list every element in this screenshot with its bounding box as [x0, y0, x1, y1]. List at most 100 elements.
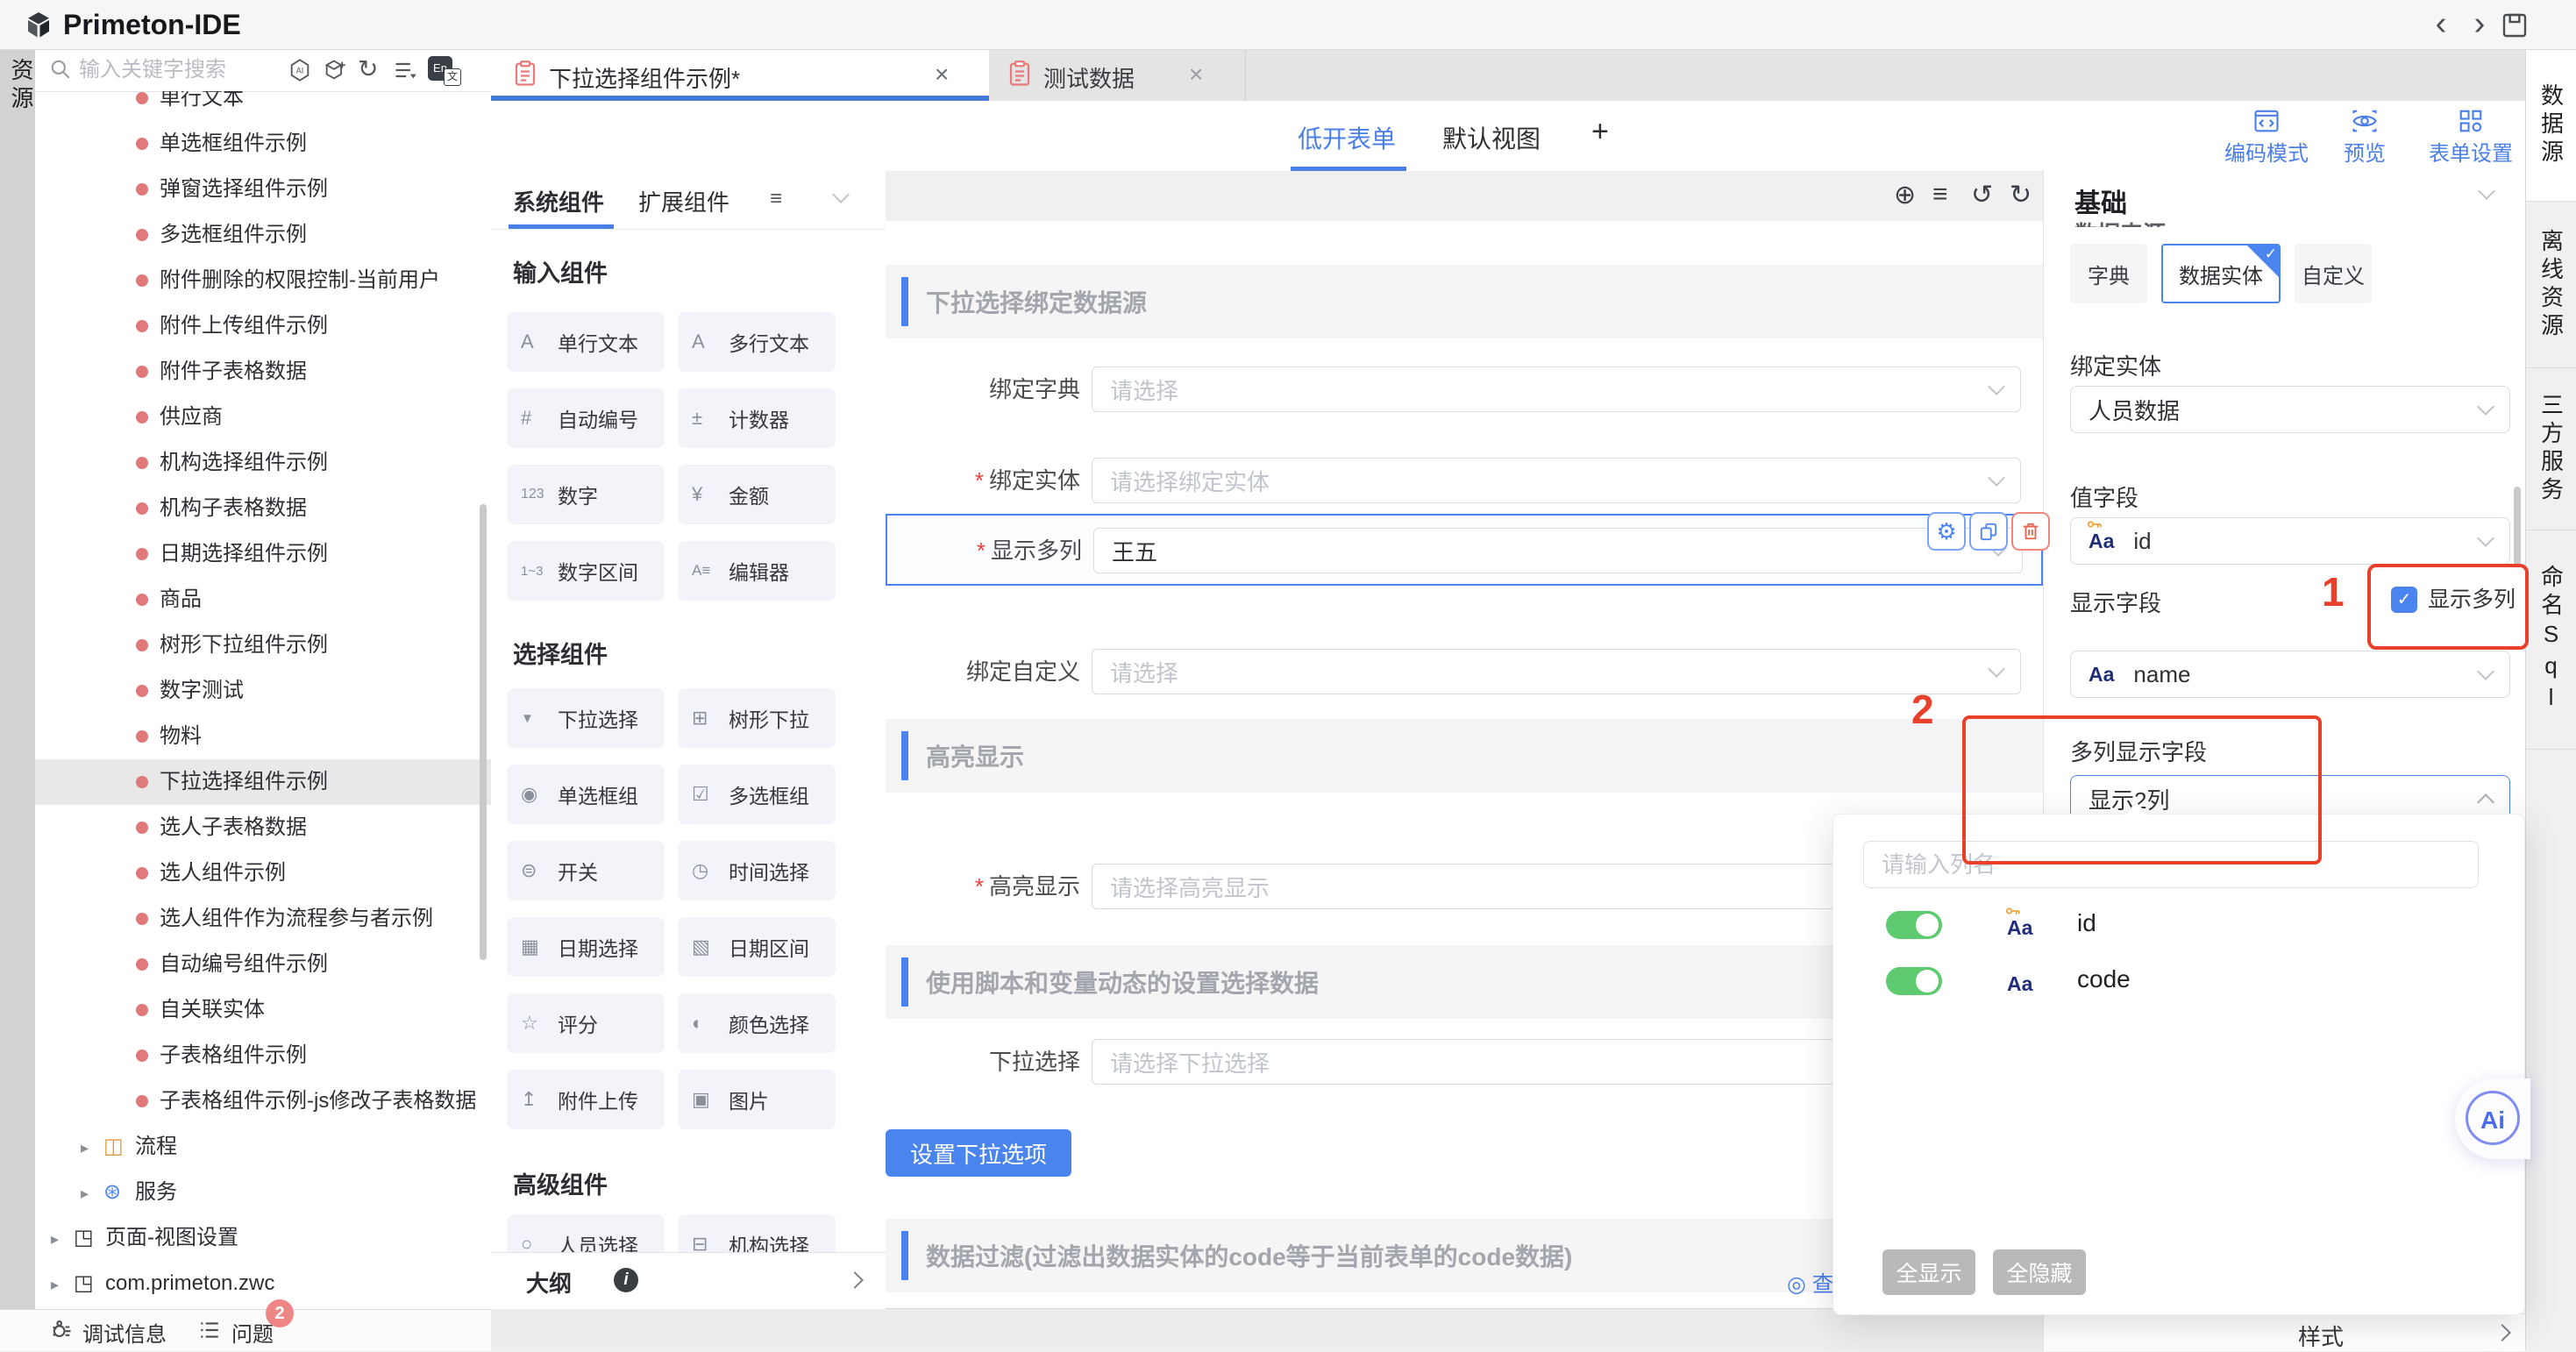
form-settings-button[interactable]: 表单设置 [2409, 106, 2532, 167]
rail-tab-datasource[interactable]: 数据源 [2526, 49, 2576, 202]
tree-item[interactable]: 商品 [35, 577, 491, 623]
save-icon[interactable] [2501, 11, 2529, 39]
palette-item[interactable]: ☑多选框组 [678, 765, 836, 824]
nav-forward-button[interactable]: › [2464, 5, 2495, 43]
entity-select[interactable]: 请选择绑定实体 [1092, 458, 2021, 503]
ai-assistant-button[interactable]: Ai [2455, 1078, 2530, 1159]
palette-item[interactable]: ⊜开关 [507, 841, 665, 900]
editor-tab-active[interactable]: 下拉选择组件示例* × [491, 49, 989, 101]
debug-info-button[interactable]: 调试信息 [82, 1317, 167, 1348]
palette-item[interactable]: ▼下拉选择 [507, 688, 665, 748]
column-name-input[interactable] [1863, 841, 2479, 888]
tree-package-zwc[interactable]: ▸ ◳ com.primeton.zwc [35, 1261, 491, 1306]
tree-item[interactable]: 选人组件示例 [35, 850, 491, 896]
view-tab-default-view[interactable]: 默认视图 [1442, 120, 1541, 155]
close-icon[interactable]: × [1189, 60, 1203, 89]
custom-select[interactable]: 请选择 [1092, 649, 2021, 694]
palette-tab-extension[interactable]: 扩展组件 [638, 185, 729, 217]
tree-item[interactable]: 数字测试 [35, 668, 491, 714]
palette-item[interactable]: ☆评分 [507, 993, 665, 1053]
tree-item[interactable]: 多选框组件示例 [35, 212, 491, 258]
palette-item[interactable]: ◐颜色选择 [678, 993, 836, 1053]
segment-custom[interactable]: 自定义 [2295, 244, 2372, 303]
outline-tree-icon[interactable]: ≡ [1932, 180, 1948, 210]
segment-data-entity[interactable]: 数据实体 ✓ [2161, 244, 2281, 303]
ai-assistant-icon[interactable]: AI [288, 58, 312, 82]
palette-item[interactable]: #自动编号 [507, 388, 665, 448]
column-toggle-id[interactable] [1886, 911, 1942, 939]
rail-tab-offline[interactable]: 离线资源 [2526, 202, 2576, 368]
tree-item[interactable]: 机构子表格数据 [35, 486, 491, 531]
dict-select[interactable]: 请选择 [1092, 366, 2021, 412]
view-tab-lowcode-form[interactable]: 低开表单 [1298, 120, 1396, 155]
palette-item[interactable]: 123数字 [507, 465, 665, 524]
hide-all-button[interactable]: 全隐藏 [1993, 1249, 2086, 1295]
segment-dictionary[interactable]: 字典 [2070, 244, 2147, 303]
tree-item[interactable]: 树形下拉组件示例 [35, 623, 491, 668]
undo-icon[interactable]: ↺ [1971, 180, 1993, 210]
chevron-down-icon[interactable] [2478, 182, 2495, 200]
palette-item[interactable]: A单行文本 [507, 312, 665, 372]
palette-item[interactable]: A≡编辑器 [678, 541, 836, 601]
tree-item[interactable]: 子表格组件示例 [35, 1033, 491, 1078]
palette-item[interactable]: 1~3数字区间 [507, 541, 665, 601]
tree-item[interactable]: 附件删除的权限控制-当前用户 [35, 258, 491, 303]
expand-caret-icon[interactable]: ▸ [81, 1125, 89, 1171]
palette-item[interactable]: ▧日期区间 [678, 917, 836, 977]
palette-tab-system[interactable]: 系统组件 [513, 185, 604, 217]
tree-item[interactable]: 附件子表格数据 [35, 349, 491, 395]
palette-item[interactable]: ▣图片 [678, 1070, 836, 1129]
tree-item[interactable]: 选人组件作为流程参与者示例 [35, 896, 491, 942]
rail-tab-named-sql[interactable]: 命名Sql [2526, 530, 2576, 750]
tree-group-flow[interactable]: ▸ ◫ 流程 [35, 1124, 491, 1170]
tree-item[interactable]: 单行文本 [35, 91, 491, 121]
editor-tab[interactable]: 测试数据 × [989, 49, 1246, 101]
tree-item[interactable]: 自动编号组件示例 [35, 942, 491, 987]
tree-item[interactable]: 单选框组件示例 [35, 121, 491, 167]
set-options-button[interactable]: 设置下拉选项 [886, 1129, 1071, 1177]
globe-icon[interactable]: ⊕ [1894, 180, 1916, 210]
list-filter-icon[interactable] [393, 58, 417, 82]
multi-column-checkbox[interactable]: ✓ [2391, 587, 2417, 613]
display-field-select[interactable]: Aa name [2070, 651, 2510, 698]
palette-item[interactable]: ⊞树形下拉 [678, 688, 836, 748]
inspector-section-style[interactable]: 样式 [2044, 1313, 2526, 1351]
close-icon[interactable]: × [935, 60, 949, 89]
component-copy-button[interactable] [1969, 512, 2008, 551]
expand-caret-icon[interactable]: ▸ [51, 1262, 59, 1307]
component-settings-button[interactable]: ⚙ [1927, 512, 1966, 551]
value-field-select[interactable]: Aa id [2070, 517, 2510, 565]
expand-caret-icon[interactable]: ▸ [81, 1171, 89, 1216]
tree-package-pages[interactable]: ▸ ◳ 页面-视图设置 [35, 1215, 491, 1261]
component-delete-button[interactable] [2011, 512, 2050, 551]
problems-button[interactable]: 问题 [231, 1317, 274, 1348]
search-input[interactable] [77, 54, 274, 86]
selected-component-row[interactable]: *显示多列 王五 [886, 514, 2043, 586]
add-view-button[interactable]: + [1591, 115, 1609, 149]
palette-item[interactable]: ◷时间选择 [678, 841, 836, 900]
palette-menu-icon[interactable]: ≡ [770, 187, 782, 211]
rail-tab-resources[interactable]: 资源 [5, 58, 38, 114]
collapse-palette-icon[interactable] [832, 186, 850, 203]
tree-item[interactable]: 日期选择组件示例 [35, 531, 491, 577]
sidebar-scrollbar[interactable] [480, 504, 487, 960]
tree-item[interactable]: 子表格组件示例-js修改子表格数据 [35, 1078, 491, 1124]
refresh-icon[interactable]: ↻ [358, 54, 378, 83]
rail-tab-thirdparty[interactable]: 三方服务 [2526, 368, 2576, 530]
multi-column-checkbox-label[interactable]: 显示多列 [2428, 587, 2516, 613]
palette-item[interactable]: ±计数器 [678, 388, 836, 448]
nav-back-button[interactable]: ‹ [2425, 5, 2457, 43]
expand-caret-icon[interactable]: ▸ [51, 1216, 59, 1262]
inspector-scrollbar[interactable] [2514, 487, 2521, 566]
preview-button[interactable]: 预览 [2303, 106, 2426, 167]
tree-item[interactable]: 物料 [35, 714, 491, 759]
tree-item[interactable]: 弹窗选择组件示例 [35, 167, 491, 212]
bind-entity-select[interactable]: 人员数据 [2070, 386, 2510, 433]
tree-item[interactable]: 机构选择组件示例 [35, 440, 491, 486]
column-toggle-code[interactable] [1886, 967, 1942, 995]
tree-item[interactable]: 附件上传组件示例 [35, 303, 491, 349]
palette-item[interactable]: ▦日期选择 [507, 917, 665, 977]
palette-item[interactable]: ↥附件上传 [507, 1070, 665, 1129]
tree-item[interactable]: 自关联实体 [35, 987, 491, 1033]
inspector-section-basic[interactable]: 基础 [2074, 181, 2127, 220]
